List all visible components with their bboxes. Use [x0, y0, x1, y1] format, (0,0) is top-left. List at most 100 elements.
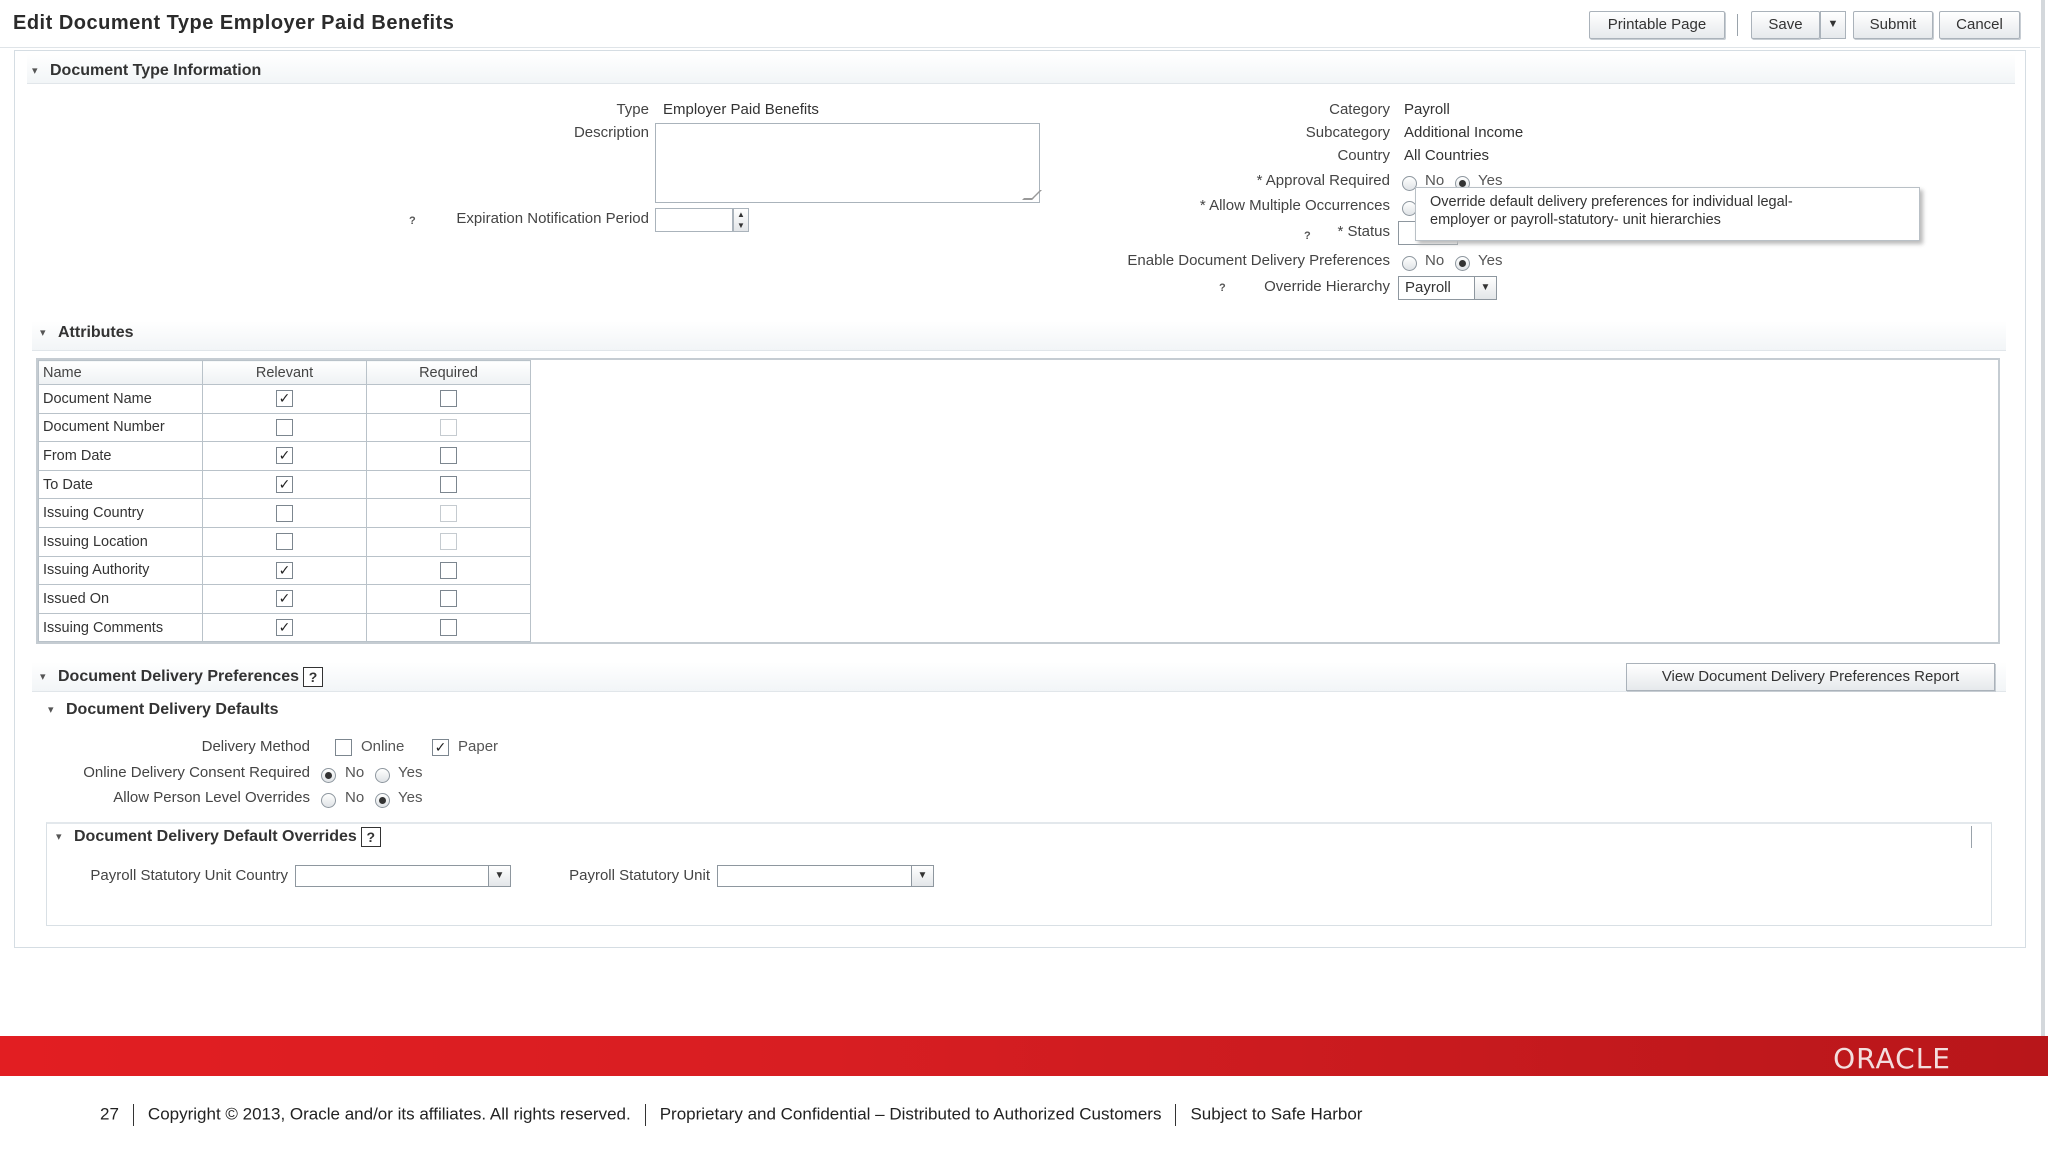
overrides-divider: [1971, 826, 1972, 848]
delivery-defaults-header[interactable]: ▾ Document Delivery Defaults: [48, 701, 279, 719]
relevant-cell: ✓: [202, 555, 367, 586]
view-delivery-report-button[interactable]: View Document Delivery Preferences Repor…: [1626, 663, 1995, 691]
help-icon[interactable]: ?: [409, 215, 416, 227]
submit-button[interactable]: Submit: [1853, 11, 1933, 39]
relevant-checkbox[interactable]: [276, 533, 293, 551]
attributes-table: Name Relevant Required Document Name ✓ Doc…: [38, 360, 531, 643]
enable-delivery-no-radio[interactable]: [1402, 256, 1417, 271]
enable-delivery-yes-radio[interactable]: [1455, 256, 1470, 271]
paper-label: Paper: [458, 738, 499, 755]
collapse-icon: ▾: [56, 831, 62, 844]
table-row: Document Number: [38, 412, 531, 443]
help-icon[interactable]: ?: [303, 667, 323, 687]
delivery-header[interactable]: ▾ Document Delivery Preferences?: [40, 667, 323, 687]
save-button[interactable]: Save: [1751, 11, 1820, 39]
slide-footer: 27 Copyright © 2013, Oracle and/or its af…: [100, 1104, 1362, 1126]
slide-number: 27: [100, 1104, 119, 1124]
chevron-down-icon[interactable]: ▼: [911, 866, 933, 886]
expiration-period-input[interactable]: [655, 208, 733, 232]
spin-up-icon[interactable]: ▲: [737, 210, 745, 219]
chevron-down-icon: ▼: [1827, 18, 1839, 30]
spin-down-icon[interactable]: ▼: [737, 221, 745, 230]
column-header-name[interactable]: Name: [38, 360, 203, 385]
printable-page-button[interactable]: Printable Page: [1589, 11, 1725, 39]
required-cell: [366, 584, 531, 614]
required-checkbox[interactable]: [440, 619, 457, 637]
doc-type-info-band: [27, 54, 2015, 84]
consent-yes-radio[interactable]: [375, 768, 390, 783]
doc-type-info-header[interactable]: ▾ Document Type Information: [32, 62, 261, 80]
relevant-cell: [202, 498, 367, 528]
cancel-button[interactable]: Cancel: [1939, 11, 2020, 39]
chevron-down-icon[interactable]: ▼: [1474, 277, 1496, 299]
consent-no-radio[interactable]: [321, 768, 336, 783]
relevant-checkbox[interactable]: ✓: [276, 390, 293, 408]
collapse-icon: ▾: [40, 327, 46, 339]
approval-required-label: * Approval Required: [1256, 172, 1390, 189]
relevant-checkbox[interactable]: ✓: [276, 447, 293, 465]
psu-label: Payroll Statutory Unit: [569, 867, 710, 884]
table-row: To Date ✓: [38, 469, 531, 500]
relevant-checkbox[interactable]: ✓: [276, 590, 293, 608]
online-checkbox[interactable]: [335, 739, 352, 756]
relevant-cell: ✓: [202, 384, 367, 414]
column-header-relevant[interactable]: Relevant: [202, 360, 367, 385]
delivery-method-label: Delivery Method: [201, 738, 310, 755]
psu-country-label: Payroll Statutory Unit Country: [90, 867, 288, 884]
section-title: Document Type Information: [50, 62, 262, 79]
status-label: * Status: [1337, 223, 1390, 240]
application-window: Edit Document Type Employer Paid Benefit…: [0, 0, 2045, 1036]
relevant-checkbox[interactable]: ✓: [276, 561, 293, 579]
type-label: Type: [616, 101, 649, 118]
resize-grip-icon[interactable]: [1022, 190, 1042, 200]
column-header-required[interactable]: Required: [366, 360, 531, 385]
required-cell: [366, 469, 531, 500]
required-checkbox[interactable]: [440, 447, 457, 465]
overrides-header[interactable]: ▾ Document Delivery Default Overrides?: [56, 827, 381, 847]
relevant-checkbox[interactable]: [276, 418, 293, 436]
relevant-cell: [202, 412, 367, 443]
consent-required-label: Online Delivery Consent Required: [83, 764, 310, 781]
section-title: Document Delivery Defaults: [66, 701, 279, 718]
section-title: Document Delivery Default Overrides: [74, 828, 357, 846]
relevant-checkbox[interactable]: ✓: [276, 619, 293, 637]
chevron-down-icon[interactable]: ▼: [488, 866, 510, 886]
person-overrides-no-radio[interactable]: [321, 793, 336, 808]
help-icon[interactable]: ?: [360, 827, 381, 847]
confidential-text: Proprietary and Confidential – Distribut…: [659, 1104, 1162, 1124]
safe-harbor-text: Subject to Safe Harbor: [1190, 1104, 1363, 1124]
description-textarea[interactable]: [655, 123, 1042, 203]
relevant-checkbox[interactable]: ✓: [276, 476, 293, 494]
description-label: Description: [573, 124, 649, 141]
tooltip-line: employer or payroll-statutory- unit hier…: [1430, 212, 1721, 228]
required-checkbox[interactable]: [440, 590, 457, 608]
copyright-text: Copyright © 2013, Oracle and/or its affi…: [147, 1104, 631, 1124]
paper-checkbox[interactable]: ✓: [432, 739, 449, 756]
required-cell: [366, 526, 531, 557]
required-checkbox[interactable]: [440, 561, 457, 579]
attribute-name: Issued On: [38, 584, 203, 614]
online-label: Online: [361, 738, 405, 755]
psu-select[interactable]: ▼: [717, 865, 934, 887]
person-overrides-yes-radio[interactable]: [375, 793, 390, 808]
psu-country-select[interactable]: ▼: [295, 865, 511, 887]
expiration-label: Expiration Notification Period: [456, 210, 649, 227]
oracle-logo: ORACLE: [1833, 1042, 1951, 1075]
required-checkbox: [440, 533, 457, 551]
attributes-header[interactable]: ▾ Attributes: [40, 324, 134, 342]
enable-delivery-label: Enable Document Delivery Preferences: [1127, 252, 1390, 269]
required-checkbox[interactable]: [440, 390, 457, 408]
enable-delivery-no-label: No: [1425, 252, 1445, 269]
relevant-checkbox[interactable]: [276, 504, 293, 522]
attribute-name: Document Name: [38, 384, 203, 414]
override-hierarchy-select[interactable]: Payroll ▼: [1398, 276, 1497, 300]
expiration-spinner[interactable]: ▲ ▼: [733, 208, 749, 232]
collapse-icon: ▾: [48, 704, 54, 716]
section-title: Document Delivery Preferences: [58, 668, 299, 686]
required-checkbox[interactable]: [440, 476, 457, 494]
relevant-cell: [202, 526, 367, 557]
save-menu-button[interactable]: ▼: [1820, 11, 1846, 39]
attribute-name: Issuing Comments: [38, 612, 203, 643]
consent-yes-label: Yes: [398, 764, 423, 781]
footer-separator: [644, 1104, 646, 1126]
